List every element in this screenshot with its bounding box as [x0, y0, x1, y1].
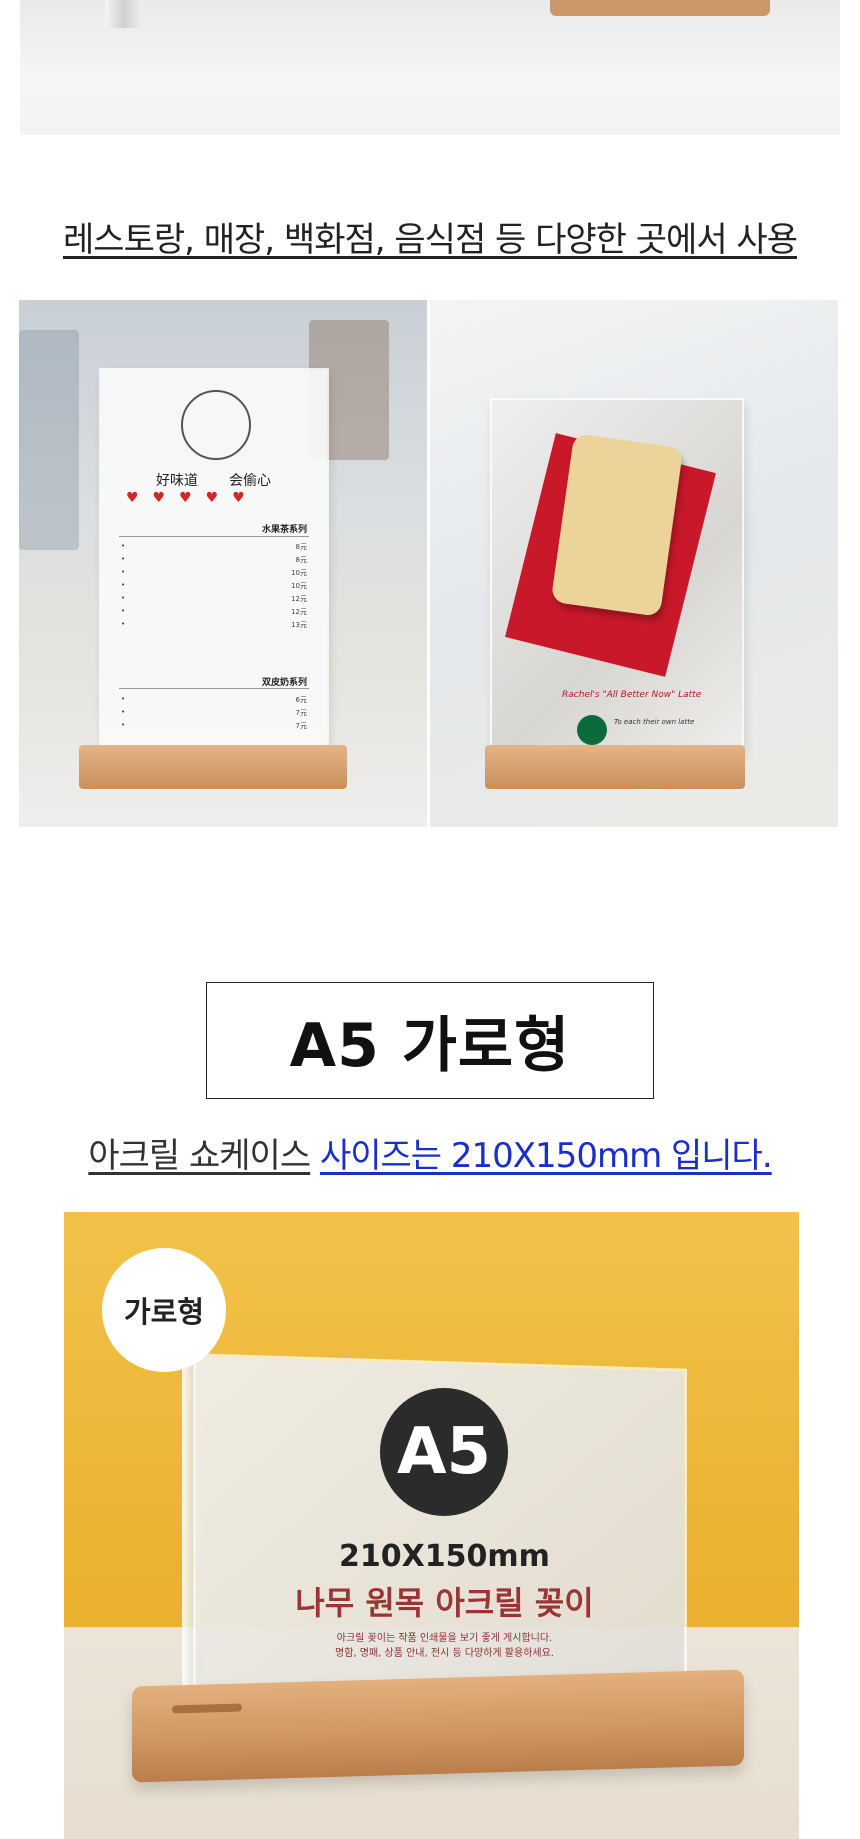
coffee-logo-icon [577, 715, 607, 745]
menu-row: • 12元 [121, 607, 307, 616]
menu-row: • 8元 [121, 542, 307, 551]
wood-base [485, 745, 745, 789]
menu-hearts: ♥♥♥♥♥ [126, 490, 259, 506]
menu-section-title: 水果茶系列 [261, 525, 307, 535]
poster-caption: Rachel's "All Better Now" Latte [562, 690, 702, 700]
wood-base-edge [550, 0, 770, 16]
section-title: A5 가로형 [206, 982, 654, 1099]
product-name: 나무 원목 아크릴 꽂이 [295, 1584, 594, 1622]
poster-card: Rachel's "All Better Now" Latte To each … [492, 400, 742, 755]
poster-stand-photo: Rachel's "All Better Now" Latte To each … [430, 300, 838, 827]
menu-row: • 8元 [121, 555, 307, 564]
wood-base [132, 1669, 744, 1783]
menu-row: • 7元 [121, 721, 307, 730]
menu-divider [119, 536, 309, 537]
menu-row: • 10元 [121, 568, 307, 577]
usage-caption: 레스토랑, 매장, 백화점, 음식점 등 다양한 곳에서 사용 [0, 212, 860, 261]
menu-title-right: 会偷心 [229, 473, 271, 489]
a5-product-image: 가로형 A5 210X150mm 나무 원목 아크릴 꽂이 아크릴 꽂이는 작품… [64, 1212, 799, 1839]
base-slot [172, 1703, 242, 1714]
usage-caption-text: 레스토랑, 매장, 백화점, 음식점 등 다양한 곳에서 사용 [63, 220, 798, 260]
menu-card: 好味道 会偷心 ♥♥♥♥♥ 水果茶系列 • 8元 • 8元 • 10元 • 10元 • 1… [101, 370, 327, 755]
size-caption: 아크릴 쇼케이스 사이즈는 210X150mm 입니다. [0, 1128, 860, 1177]
size-caption-value: 사이즈는 210X150mm 입니다. [319, 1136, 773, 1176]
menu-title-left: 好味道 [156, 473, 198, 489]
menu-section-title: 双皮奶系列 [261, 678, 307, 688]
description-line: 명함, 명패, 상품 안내, 전시 등 다양하게 활용하세요. [335, 1648, 554, 1659]
size-circle: A5 [380, 1388, 508, 1516]
menu-divider [119, 688, 309, 689]
menu-stand-photo: 好味道 会偷心 ♥♥♥♥♥ 水果茶系列 • 8元 • 8元 • 10元 • 10元 • 1… [19, 300, 427, 827]
menu-row: • 6元 [121, 695, 307, 704]
blurred-cabinet [19, 330, 79, 550]
orientation-badge: 가로형 [102, 1248, 226, 1372]
dimensions-text: 210X150mm [339, 1539, 550, 1574]
cookie-cup [550, 433, 684, 617]
acrylic-edge [105, 0, 143, 28]
top-product-photo [20, 0, 840, 135]
menu-logo [181, 390, 251, 460]
menu-row: • 7元 [121, 708, 307, 717]
size-caption-prefix: 아크릴 쇼케이스 [88, 1136, 311, 1176]
poster-tagline: To each their own latte [614, 718, 695, 726]
menu-row: • 13元 [121, 620, 307, 629]
menu-row: • 10元 [121, 581, 307, 590]
menu-row: • 12元 [121, 594, 307, 603]
wood-base [79, 745, 347, 789]
description-line: 아크릴 꽂이는 작품 인쇄물을 보기 좋게 게시합니다. [336, 1633, 553, 1644]
